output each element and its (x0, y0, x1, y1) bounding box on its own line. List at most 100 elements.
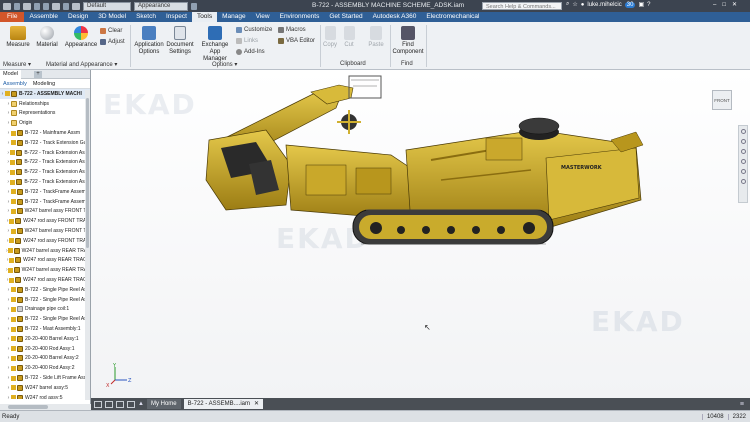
panel-measure[interactable]: Measure ▾ (3, 61, 31, 68)
tab-3d-model[interactable]: 3D Model (93, 12, 131, 22)
tree-item[interactable]: › 20-20-400 Rod Assy:2 (0, 363, 90, 373)
cut-button[interactable]: Cut (340, 26, 358, 49)
tree-item[interactable]: › W247 rod assy REAR TRACK (0, 275, 90, 285)
view-icon[interactable] (740, 179, 746, 184)
tree-item[interactable]: › W247 rod assy FRONT TRAC (0, 216, 90, 226)
adjust-button[interactable]: Adjust (100, 38, 125, 46)
tree-item[interactable]: › B-722 - Mainframe Assm (0, 128, 90, 138)
application-options-button[interactable]: Application Options (132, 26, 166, 56)
tree-item[interactable]: › B-722 - Track Extension Gus (0, 138, 90, 148)
clear-button[interactable]: Clear (100, 27, 122, 35)
home-icon[interactable] (52, 2, 60, 10)
expand-up-icon[interactable]: ▲ (138, 401, 144, 407)
machine-model[interactable]: MASTERWORK (91, 70, 750, 398)
tree-item[interactable]: › B-722 - Single Pipe Reel Ass (0, 285, 90, 295)
tree-item[interactable]: › Relationships (0, 99, 90, 109)
navigation-bar[interactable] (738, 125, 748, 203)
tree-item[interactable]: › Drainage pipe coil:1 (0, 305, 90, 315)
close-icon[interactable]: ✕ (732, 1, 737, 8)
panel-material-appearance[interactable]: Material and Appearance ▾ (46, 61, 117, 68)
look-at-icon[interactable] (740, 169, 746, 174)
workspace-select[interactable]: Default (83, 1, 131, 11)
paste-button[interactable]: Paste (365, 26, 387, 49)
appearance-button[interactable]: Appearance (63, 26, 99, 49)
cart-icon[interactable]: ▣ (638, 1, 644, 8)
tree-item[interactable]: › B-722 - Track Extension Asse (0, 158, 90, 168)
tree-item[interactable]: ›W247 barrel assy REAR TRAC (0, 265, 90, 275)
panel-options[interactable]: Options ▾ (212, 61, 237, 68)
browser-tab-model[interactable]: Model (0, 69, 21, 79)
macros-button[interactable]: Macros (278, 26, 306, 34)
pan-icon[interactable] (740, 139, 746, 144)
links-button[interactable]: Links (236, 37, 258, 45)
tree-item[interactable]: › Origin (0, 118, 90, 128)
material-button[interactable]: Material (34, 26, 60, 49)
tree-item[interactable]: › B-722 - ASSEMBLY MACHI (0, 89, 90, 99)
tree-item[interactable]: › 20-20-400 Rod Assy:1 (0, 344, 90, 354)
window-list-icon[interactable] (127, 400, 135, 408)
undo-icon[interactable] (34, 2, 40, 10)
tab-manage[interactable]: Manage (217, 12, 251, 22)
tree-item[interactable]: › B-722 - TrackFrame Assemb (0, 187, 90, 197)
tab-electromechanical[interactable]: Electromechanical (421, 12, 484, 22)
appearance-select[interactable]: Appearance (134, 1, 188, 11)
color-icon[interactable] (191, 2, 197, 10)
save-icon[interactable] (23, 2, 31, 10)
star-icon[interactable]: ☆ (572, 1, 577, 8)
help-icon[interactable]: ? (647, 2, 650, 8)
new-icon[interactable] (3, 2, 11, 10)
tree-item[interactable]: › W247 barrel assy FRONT TR (0, 226, 90, 236)
zoom-icon[interactable] (740, 149, 746, 154)
document-settings-button[interactable]: Document Settings (165, 26, 195, 56)
tab-my-home[interactable]: My Home (146, 399, 181, 409)
tab-design[interactable]: Design (63, 12, 93, 22)
close-tab-icon[interactable]: ✕ (254, 401, 259, 407)
customize-button[interactable]: Customize (236, 26, 272, 34)
exchange-app-manager-button[interactable]: Exchange App Manager (197, 26, 233, 63)
cascade-icon[interactable] (105, 400, 113, 408)
tab-active-document[interactable]: B-722 - ASSEMB....iam ✕ (183, 399, 264, 409)
tree-item[interactable]: › B-722 - Mast Assembly:1 (0, 324, 90, 334)
help-search-input[interactable]: Search Help & Commands... (482, 2, 562, 10)
copy-button[interactable]: Copy (321, 26, 339, 49)
browser-vertical-scrollbar[interactable] (85, 90, 90, 400)
tree-item[interactable]: › W247 barrel assy FRONT TR (0, 207, 90, 217)
tab-view[interactable]: View (251, 12, 275, 22)
tab-assemble[interactable]: Assemble (24, 12, 63, 22)
browser-tab-modeling[interactable]: Modeling (33, 81, 55, 87)
orbit-icon[interactable] (740, 159, 746, 164)
update-icon[interactable] (63, 2, 69, 10)
graphics-viewport[interactable]: EKAD EKAD EKAD MASTERWORK FRONT Y Z X ↖ (91, 70, 750, 398)
addins-button[interactable]: Add-Ins (236, 48, 265, 56)
user-icon[interactable]: ● (581, 2, 585, 8)
tree-item[interactable]: › W247 rod assy REAR TRACK (0, 256, 90, 266)
maximize-icon[interactable]: □ (722, 2, 726, 8)
tree-item[interactable]: › 20-20-400 Barrel Assy:2 (0, 354, 90, 364)
tile-icon[interactable] (94, 400, 102, 408)
tab-file[interactable]: File (0, 12, 25, 22)
open-icon[interactable] (14, 2, 20, 10)
tab-inspect[interactable]: Inspect (161, 12, 192, 22)
tree-item[interactable]: › B-722 - Track Extension Asse (0, 167, 90, 177)
user-name[interactable]: luke.mihelcic (587, 2, 621, 8)
binoculars-icon[interactable]: ⌕ (566, 1, 569, 8)
tree-item[interactable]: › W247 barrel assy:5 (0, 383, 90, 393)
viewcube[interactable]: FRONT (712, 90, 732, 110)
tree-item[interactable]: › W247 rod assy:5 (0, 393, 90, 399)
tab-autodesk-a360[interactable]: Autodesk A360 (368, 12, 422, 22)
notifications-badge[interactable]: 30 (624, 1, 636, 8)
tree-item[interactable]: › B-722 - Track Extension Asse (0, 177, 90, 187)
tree-item[interactable]: › B-722 - Single Pipe Reel Ass (0, 314, 90, 324)
tree-item[interactable]: › B-722 - Side Lift Frame Ass (0, 373, 90, 383)
tree-item[interactable]: › 20-20-400 Barrel Assy:1 (0, 334, 90, 344)
measure-button[interactable]: Measure (4, 26, 32, 49)
tree-item[interactable]: › B-722 - TrackFrame Assemb (0, 197, 90, 207)
tab-environments[interactable]: Environments (275, 12, 325, 22)
menu-icon[interactable]: ≡ (740, 401, 744, 408)
tree-item[interactable]: › B-722 - Track Extension Asse (0, 148, 90, 158)
minimize-icon[interactable]: – (713, 2, 716, 8)
tree-item[interactable]: › B-722 - Single Pipe Reel Ass (0, 295, 90, 305)
tab-get-started[interactable]: Get Started (324, 12, 367, 22)
tree-item[interactable]: › Representations (0, 109, 90, 119)
browser-add-tab[interactable]: + (34, 70, 42, 78)
